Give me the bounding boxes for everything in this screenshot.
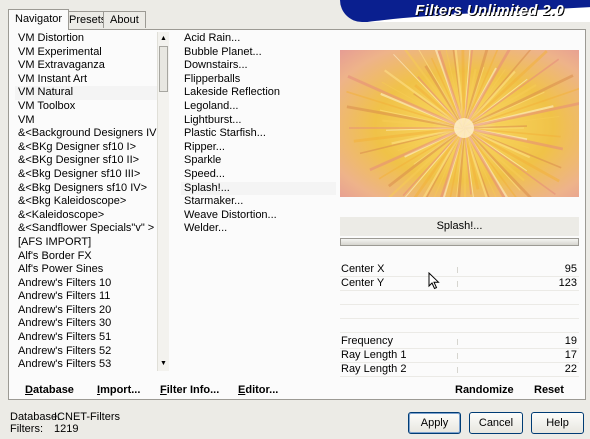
- filters-count-value: 1219: [54, 423, 79, 435]
- filter-item[interactable]: Sparkle: [181, 154, 336, 168]
- category-item[interactable]: &<BKg Designer sf10 II>: [15, 154, 157, 168]
- help-button[interactable]: Help: [531, 412, 584, 434]
- param-slider[interactable]: [457, 281, 458, 287]
- param-name: Frequency: [341, 335, 393, 347]
- filter-list[interactable]: Acid Rain... Bubble Planet... Downstairs..…: [181, 32, 336, 242]
- filter-item[interactable]: Plastic Starfish...: [181, 127, 336, 141]
- preview-image: [340, 50, 579, 197]
- category-item[interactable]: Andrew's Filters 52: [15, 345, 157, 359]
- filters-count-label: Filters:: [10, 423, 43, 435]
- database-value: ICNET-Filters: [54, 411, 120, 423]
- param-frequency[interactable]: Frequency 19: [340, 335, 579, 349]
- param-slider[interactable]: [457, 353, 458, 359]
- filter-item[interactable]: Bubble Planet...: [181, 46, 336, 60]
- database-label: Database:: [10, 411, 61, 423]
- param-center-x[interactable]: Center X 95: [340, 263, 579, 277]
- category-item[interactable]: &<Bkg Designers sf10 IV>: [15, 182, 157, 196]
- category-item[interactable]: VM Instant Art: [15, 73, 157, 87]
- param-slider[interactable]: [457, 367, 458, 373]
- category-item[interactable]: [AFS IMPORT]: [15, 236, 157, 250]
- category-item[interactable]: Andrew's Filters 51: [15, 331, 157, 345]
- category-item[interactable]: &<Kaleidoscope>: [15, 209, 157, 223]
- tab-about[interactable]: About: [103, 11, 146, 28]
- category-item[interactable]: &<Bkg Designer sf10 III>: [15, 168, 157, 182]
- param-value: 19: [564, 335, 577, 347]
- triangle-up-icon[interactable]: ▲: [160, 34, 167, 44]
- param-value: 22: [564, 363, 577, 375]
- category-item[interactable]: Andrew's Filters 10: [15, 277, 157, 291]
- category-item[interactable]: VM Extravaganza: [15, 59, 157, 73]
- filter-item[interactable]: Lakeside Reflection: [181, 86, 336, 100]
- splash-preview-graphic: [340, 50, 579, 197]
- tab-navigator[interactable]: Navigator: [8, 9, 70, 30]
- category-item[interactable]: &<Sandflower Specials"v" >: [15, 222, 157, 236]
- app-title: Filters Unlimited 2.0: [415, 2, 564, 19]
- category-item[interactable]: Andrew's Filters 53: [15, 358, 157, 372]
- title-banner: Filters Unlimited 2.0: [340, 0, 590, 22]
- param-center-y[interactable]: Center Y 123: [340, 277, 579, 291]
- param-value: 17: [564, 349, 577, 361]
- category-item[interactable]: &<Background Designers IV>: [15, 127, 157, 141]
- category-item[interactable]: Andrew's Filters 11: [15, 290, 157, 304]
- category-item[interactable]: &<Bkg Kaleidoscope>: [15, 195, 157, 209]
- category-item[interactable]: Andrew's Filters 30: [15, 317, 157, 331]
- filter-item[interactable]: Starmaker...: [181, 195, 336, 209]
- category-item[interactable]: VM Experimental: [15, 46, 157, 60]
- category-item[interactable]: VM Toolbox: [15, 100, 157, 114]
- category-item[interactable]: VM: [15, 114, 157, 128]
- editor-button[interactable]: Editor...: [238, 384, 278, 397]
- filter-item[interactable]: Lightburst...: [181, 114, 336, 128]
- param-ray-length-2[interactable]: Ray Length 2 22: [340, 363, 579, 377]
- scrollbar-thumb[interactable]: [159, 46, 168, 92]
- param-name: Ray Length 1: [341, 349, 407, 361]
- category-item[interactable]: Alf's Border FX: [15, 250, 157, 264]
- param-value: 95: [564, 263, 577, 275]
- filter-item[interactable]: Weave Distortion...: [181, 209, 336, 223]
- filter-item[interactable]: Legoland...: [181, 100, 336, 114]
- filter-item[interactable]: Speed...: [181, 168, 336, 182]
- param-empty: [340, 291, 579, 305]
- mouse-pointer-icon: [428, 272, 440, 290]
- param-slider[interactable]: [457, 267, 458, 273]
- category-item[interactable]: VM Natural: [15, 86, 157, 100]
- category-item[interactable]: Alf's Power Sines: [15, 263, 157, 277]
- param-name: Center Y: [341, 277, 385, 289]
- category-item[interactable]: Andrew's Filters 20: [15, 304, 157, 318]
- param-value: 123: [558, 277, 577, 289]
- param-slider[interactable]: [457, 339, 458, 345]
- param-name: Center X: [341, 263, 385, 275]
- param-empty: [340, 305, 579, 319]
- triangle-down-icon[interactable]: ▼: [160, 359, 167, 369]
- param-name: Ray Length 2: [341, 363, 407, 375]
- filter-item[interactable]: Ripper...: [181, 141, 336, 155]
- import-button[interactable]: Import...: [97, 384, 140, 397]
- selected-filter-label: Splash!...: [340, 217, 579, 236]
- database-button[interactable]: Database: [25, 384, 74, 397]
- filter-item[interactable]: Welder...: [181, 222, 336, 236]
- category-item[interactable]: VM Distortion: [15, 32, 157, 46]
- category-list[interactable]: VM Distortion VM Experimental VM Extravaga…: [15, 32, 157, 372]
- randomize-button[interactable]: Randomize: [455, 384, 514, 397]
- filter-item[interactable]: Flipperballs: [181, 73, 336, 87]
- filter-item[interactable]: Acid Rain...: [181, 32, 336, 46]
- apply-button[interactable]: Apply: [408, 412, 461, 434]
- param-ray-length-1[interactable]: Ray Length 1 17: [340, 349, 579, 363]
- filter-item[interactable]: Splash!...: [181, 181, 336, 196]
- cancel-button[interactable]: Cancel: [469, 412, 523, 434]
- category-scrollbar[interactable]: ▲ ▼: [157, 32, 169, 371]
- reset-button[interactable]: Reset: [534, 384, 564, 397]
- filter-item[interactable]: Downstairs...: [181, 59, 336, 73]
- param-empty: [340, 319, 579, 333]
- category-item[interactable]: &<BKg Designer sf10 I>: [15, 141, 157, 155]
- filter-info-button[interactable]: Filter Info...: [160, 384, 219, 397]
- progress-bar: [340, 238, 579, 246]
